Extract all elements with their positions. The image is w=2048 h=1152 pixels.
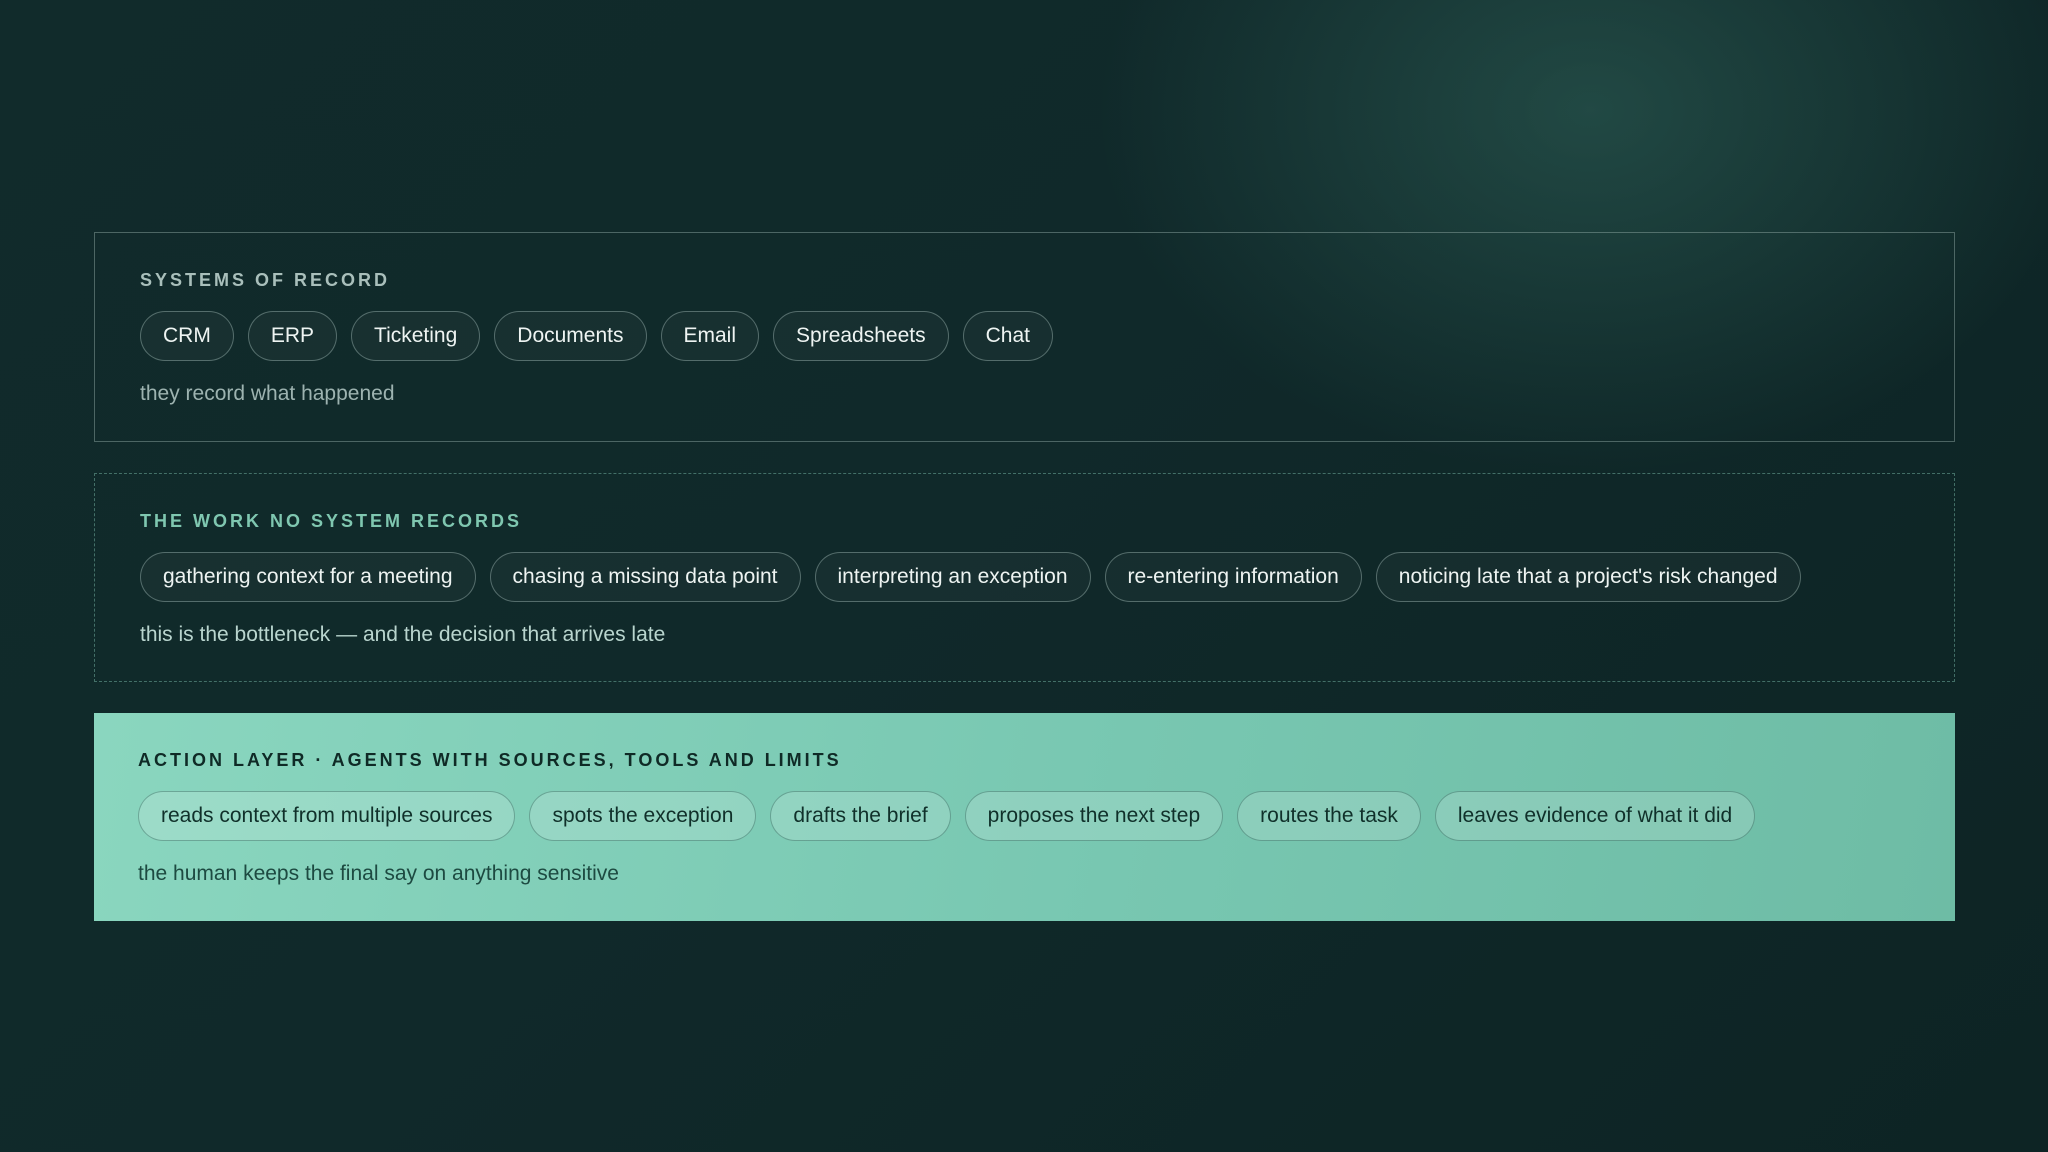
systems-of-record-chips: CRM ERP Ticketing Documents Email Spread… [140,311,1909,361]
chip-ticketing: Ticketing [351,311,481,361]
action-layer-chips: reads context from multiple sources spot… [138,791,1910,841]
unrecorded-work-heading: THE WORK NO SYSTEM RECORDS [140,511,523,531]
chip-erp: ERP [247,311,338,361]
chip-chasing-data-point: chasing a missing data point [489,552,801,602]
chip-interpreting-exception: interpreting an exception [814,552,1091,602]
unrecorded-work-note: this is the bottleneck — and the decisio… [140,623,666,646]
chip-drafts-brief: drafts the brief [770,791,951,841]
unrecorded-work-panel: THE WORK NO SYSTEM RECORDS gathering con… [94,473,1955,682]
chip-leaves-evidence: leaves evidence of what it did [1434,791,1756,841]
chip-gathering-context: gathering context for a meeting [140,552,476,602]
systems-of-record-panel: SYSTEMS OF RECORD CRM ERP Ticketing Docu… [94,232,1955,442]
chip-crm: CRM [140,311,234,361]
action-layer-note: the human keeps the final say on anythin… [138,862,619,885]
chip-documents: Documents [494,311,647,361]
chip-routes-task: routes the task [1237,791,1421,841]
chip-proposes-next-step: proposes the next step [964,791,1224,841]
unrecorded-work-chips: gathering context for a meeting chasing … [140,552,1909,602]
action-layer-heading: ACTION LAYER · AGENTS WITH SOURCES, TOOL… [138,750,842,770]
chip-spreadsheets: Spreadsheets [773,311,949,361]
chip-email: Email [660,311,760,361]
chip-noticing-risk-change: noticing late that a project's risk chan… [1375,552,1801,602]
action-layer-panel: ACTION LAYER · AGENTS WITH SOURCES, TOOL… [94,713,1955,921]
chip-spots-exception: spots the exception [529,791,757,841]
systems-of-record-heading: SYSTEMS OF RECORD [140,270,391,290]
chip-re-entering-information: re-entering information [1104,552,1362,602]
chip-chat: Chat [962,311,1053,361]
systems-of-record-note: they record what happened [140,382,395,405]
chip-reads-context: reads context from multiple sources [138,791,516,841]
